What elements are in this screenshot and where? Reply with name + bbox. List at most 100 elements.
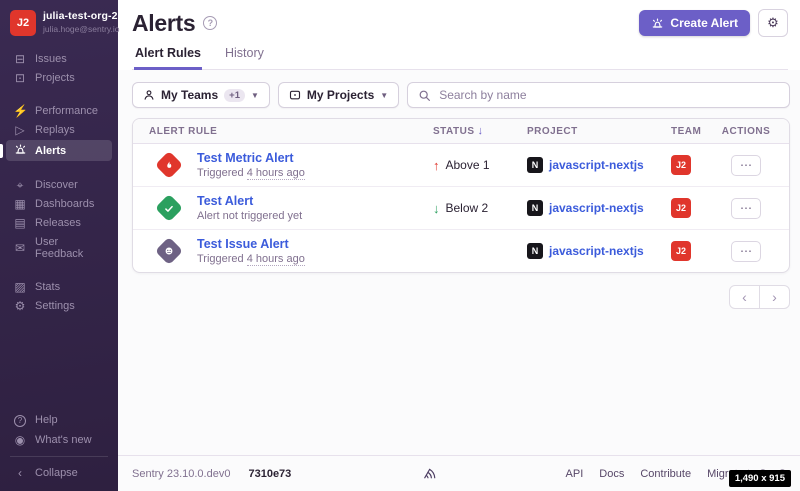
sidebar-item-settings[interactable]: ⚙ Settings: [6, 297, 112, 315]
alert-rules-table: Alert Rule Status↓ Project Team Actions: [132, 118, 790, 273]
sidebar-item-help[interactable]: ? Help: [6, 410, 112, 430]
project-link[interactable]: javascript-nextjs: [549, 158, 644, 172]
metric-alert-ok-icon: [155, 194, 183, 222]
sidebar-item-label: User Feedback: [35, 236, 105, 260]
alerts-settings-button[interactable]: ⚙: [758, 9, 788, 37]
footer-link-api[interactable]: API: [566, 468, 584, 480]
sidebar-group-insights: ⌖ Discover ▦ Dashboards ▤ Releases ✉ Use…: [0, 175, 118, 264]
sidebar-item-alerts[interactable]: Alerts: [6, 140, 112, 161]
alert-rule-subtitle: Alert not triggered yet: [197, 210, 302, 222]
tab-history[interactable]: History: [224, 46, 265, 70]
user-icon: [143, 89, 155, 101]
project-cell: N javascript-nextjs: [527, 243, 665, 259]
sidebar-group-admin: ▨ Stats ⚙ Settings: [0, 277, 118, 316]
table-row: Test Alert Alert not triggered yet ↓ Bel…: [133, 186, 789, 229]
sidebar-item-whats-new[interactable]: ◉ What's new: [6, 431, 112, 449]
sidebar-item-issues[interactable]: ⊟ Issues: [6, 50, 112, 68]
stats-icon: ▨: [13, 281, 27, 293]
app-window: J2 julia-test-org-2 … julia.hoge@sentry.…: [0, 0, 800, 491]
sidebar-item-label: Stats: [35, 281, 60, 293]
siren-icon: [13, 143, 27, 158]
sidebar-group-monitoring: ⚡ Performance ▷ Replays Alerts: [0, 101, 118, 162]
content: My Teams +1 ▼ My Projects ▼: [118, 70, 800, 455]
nextjs-platform-icon: N: [527, 200, 543, 216]
alert-rule-link[interactable]: Test Issue Alert: [197, 237, 305, 251]
sidebar-item-replays[interactable]: ▷ Replays: [6, 121, 112, 139]
org-name: julia-test-org-2 …: [43, 10, 131, 22]
build-sha: 7310e73: [248, 468, 291, 480]
search-bar: [407, 82, 790, 108]
settings-icon: ⚙: [13, 300, 27, 312]
issues-icon: ⊟: [13, 53, 27, 65]
footer-link-docs[interactable]: Docs: [599, 468, 624, 480]
sidebar-item-label: Projects: [35, 72, 75, 84]
page-header: Alerts ? Create Alert ⚙: [118, 0, 800, 70]
sentry-logo: [421, 466, 436, 481]
sidebar-item-performance[interactable]: ⚡ Performance: [6, 102, 112, 120]
project-cell: N javascript-nextjs: [527, 157, 665, 173]
sidebar-bottom: ? Help ◉ What's new ‹ Collapse: [0, 409, 118, 483]
previous-page-button[interactable]: ‹: [729, 285, 760, 309]
project-cell: N javascript-nextjs: [527, 200, 665, 216]
sidebar-divider: [10, 456, 108, 457]
col-status[interactable]: Status↓: [433, 125, 521, 137]
sidebar-item-label: Help: [35, 414, 58, 426]
team-avatar: J2: [671, 198, 691, 218]
row-actions-button[interactable]: ⋯: [731, 241, 761, 262]
col-actions: Actions: [719, 126, 773, 137]
project-link[interactable]: javascript-nextjs: [549, 201, 644, 215]
metric-alert-critical-icon: [155, 151, 183, 179]
footer-link-contribute[interactable]: Contribute: [640, 468, 691, 480]
org-switcher[interactable]: J2 julia-test-org-2 … julia.hoge@sentry.…: [0, 10, 118, 36]
row-actions-button[interactable]: ⋯: [731, 198, 761, 219]
releases-icon: ▤: [13, 217, 27, 229]
search-input[interactable]: [439, 88, 779, 102]
org-avatar: J2: [10, 10, 36, 36]
dashboards-icon: ▦: [13, 198, 27, 210]
alert-rule-link[interactable]: Test Metric Alert: [197, 151, 305, 165]
sidebar-item-label: Replays: [35, 124, 75, 136]
table-header-row: Alert Rule Status↓ Project Team Actions: [133, 119, 789, 144]
next-page-button[interactable]: ›: [759, 285, 790, 309]
sidebar-group-primary: ⊟ Issues ⊡ Projects: [0, 49, 118, 88]
sidebar-item-releases[interactable]: ▤ Releases: [6, 214, 112, 232]
table-row: Test Metric Alert Triggered 4 hours ago …: [133, 144, 789, 186]
sidebar-item-discover[interactable]: ⌖ Discover: [6, 176, 112, 194]
alert-rule-subtitle: Triggered 4 hours ago: [197, 253, 305, 265]
org-email: julia.hoge@sentry.io: [43, 24, 131, 34]
sidebar-item-dashboards[interactable]: ▦ Dashboards: [6, 195, 112, 213]
create-alert-button[interactable]: Create Alert: [639, 10, 750, 36]
title-help-icon[interactable]: ?: [203, 16, 217, 30]
triggered-time-link[interactable]: 4 hours ago: [247, 253, 305, 266]
sidebar-item-label: What's new: [35, 434, 92, 446]
main-area: Alerts ? Create Alert ⚙: [118, 0, 800, 491]
sidebar-item-projects[interactable]: ⊡ Projects: [6, 69, 112, 87]
sidebar-item-label: Dashboards: [35, 198, 94, 210]
project-icon: [289, 89, 301, 101]
my-projects-dropdown[interactable]: My Projects ▼: [278, 82, 399, 108]
search-icon: [418, 89, 431, 102]
issue-alert-icon: [155, 237, 183, 265]
projects-icon: ⊡: [13, 72, 27, 84]
team-avatar: J2: [671, 155, 691, 175]
alert-rule-link[interactable]: Test Alert: [197, 194, 302, 208]
my-teams-dropdown[interactable]: My Teams +1 ▼: [132, 82, 270, 108]
project-link[interactable]: javascript-nextjs: [549, 244, 644, 258]
chevron-down-icon: ▼: [380, 91, 388, 100]
replays-icon: ▷: [13, 124, 27, 136]
chevron-down-icon: ▼: [251, 91, 259, 100]
sidebar-collapse-button[interactable]: ‹ Collapse: [6, 464, 112, 482]
user-feedback-icon: ✉: [13, 242, 27, 254]
row-actions-button[interactable]: ⋯: [731, 155, 761, 176]
footer: Sentry 23.10.0.dev0 7310e73 API Docs Con…: [118, 455, 800, 491]
triggered-time-link[interactable]: 4 hours ago: [247, 167, 305, 180]
filter-bar: My Teams +1 ▼ My Projects ▼: [132, 82, 790, 108]
sidebar-item-user-feedback[interactable]: ✉ User Feedback: [6, 233, 112, 263]
discover-icon: ⌖: [13, 179, 27, 191]
sort-arrow-icon: ↓: [478, 125, 484, 137]
sidebar-item-stats[interactable]: ▨ Stats: [6, 278, 112, 296]
tab-alert-rules[interactable]: Alert Rules: [134, 46, 202, 70]
sidebar-item-label: Alerts: [35, 145, 66, 157]
broadcast-icon: ◉: [13, 434, 27, 446]
col-project: Project: [527, 126, 665, 137]
